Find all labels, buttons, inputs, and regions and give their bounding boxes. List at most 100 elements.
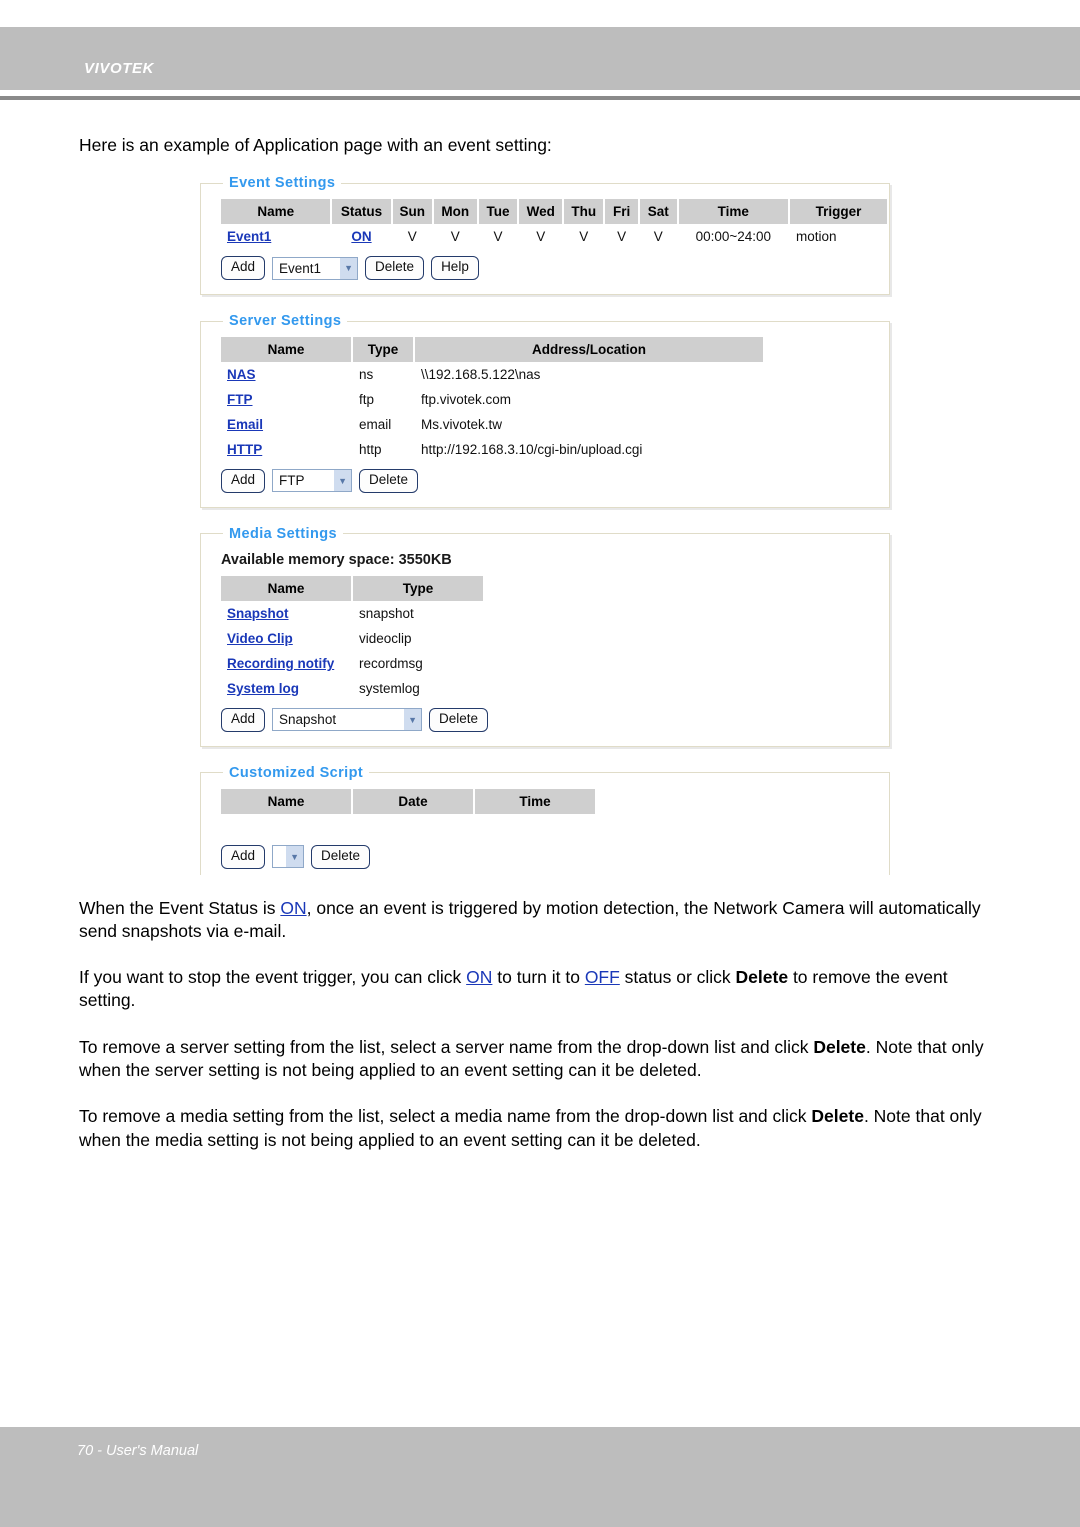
media-settings-legend: Media Settings bbox=[229, 525, 337, 542]
server-name-link-ftp[interactable]: FTP bbox=[227, 392, 253, 407]
body-copy: When the Event Status is ON, once an eve… bbox=[79, 897, 1004, 1152]
cell-status: ON bbox=[332, 224, 390, 249]
table-row: NAS ns \\192.168.5.122\nas bbox=[221, 362, 763, 387]
footer-page-label: 70 - User's Manual bbox=[77, 1443, 199, 1459]
event-settings-panel: Event Settings Name Status Sun Mon Tue W… bbox=[200, 175, 890, 296]
cell-media-type: recordmsg bbox=[359, 655, 423, 671]
event-settings-table: Name Status Sun Mon Tue Wed Thu Fri Sat … bbox=[219, 199, 889, 249]
media-name-link-recording-notify[interactable]: Recording notify bbox=[227, 656, 334, 671]
cell-server-name: FTP bbox=[221, 387, 351, 412]
available-memory-text: Available memory space: 3550KB bbox=[221, 551, 452, 568]
cell-server-name: HTTP bbox=[221, 437, 351, 462]
p3-delete-bold: Delete bbox=[813, 1036, 866, 1057]
col-trigger: Trigger bbox=[790, 199, 887, 225]
server-name-link-http[interactable]: HTTP bbox=[227, 442, 262, 457]
media-select-value: Snapshot bbox=[279, 712, 337, 728]
p2-text-b: to turn it to bbox=[492, 967, 585, 988]
cell-media-name: Recording notify bbox=[221, 651, 351, 676]
script-add-button[interactable]: Add bbox=[221, 844, 266, 869]
cell-server-type: ns bbox=[359, 367, 374, 383]
cell-media-type: videoclip bbox=[359, 630, 412, 646]
server-name-link-nas[interactable]: NAS bbox=[227, 367, 256, 382]
event-select[interactable]: Event1 ▼ bbox=[272, 256, 359, 280]
cell-media-type: snapshot bbox=[359, 605, 414, 621]
col-status: Status bbox=[332, 199, 391, 225]
customized-script-controls: Add ▼ Delete bbox=[221, 844, 889, 869]
paragraph-remove-server: To remove a server setting from the list… bbox=[79, 1036, 1004, 1083]
chevron-down-icon: ▼ bbox=[286, 846, 304, 868]
media-name-link-system-log[interactable]: System log bbox=[227, 681, 299, 696]
server-add-button[interactable]: Add bbox=[221, 469, 266, 493]
server-delete-button[interactable]: Delete bbox=[359, 469, 419, 493]
paragraph-event-status: When the Event Status is ON, once an eve… bbox=[79, 897, 1004, 944]
table-empty-row bbox=[221, 814, 595, 838]
application-page-screenshot: Event Settings Name Status Sun Mon Tue W… bbox=[200, 175, 890, 875]
media-delete-button[interactable]: Delete bbox=[429, 707, 489, 732]
table-row: Snapshot snapshot bbox=[221, 601, 483, 626]
p3-text-a: To remove a server setting from the list… bbox=[79, 1036, 814, 1057]
chevron-down-icon: ▼ bbox=[404, 709, 422, 731]
p1-on-link[interactable]: ON bbox=[280, 898, 306, 918]
event-select-value: Event1 bbox=[279, 260, 322, 276]
table-row: Video Clip videoclip bbox=[221, 626, 483, 651]
event-help-button[interactable]: Help bbox=[431, 256, 479, 281]
col-tue: Tue bbox=[478, 199, 518, 225]
col-wed: Wed bbox=[519, 199, 563, 225]
event-delete-button[interactable]: Delete bbox=[365, 256, 425, 281]
cell-sun: V bbox=[407, 229, 417, 245]
event-status-link[interactable]: ON bbox=[351, 229, 371, 244]
media-name-link-video-clip[interactable]: Video Clip bbox=[227, 631, 293, 646]
col-sat: Sat bbox=[639, 199, 677, 225]
server-settings-panel: Server Settings Name Type Address/Locati… bbox=[200, 313, 890, 508]
event-settings-controls: Add Event1 ▼ Delete Help bbox=[221, 256, 889, 281]
event-add-button[interactable]: Add bbox=[221, 256, 266, 281]
p4-delete-bold: Delete bbox=[811, 1106, 864, 1127]
media-select[interactable]: Snapshot ▼ bbox=[272, 708, 423, 732]
col-name: Name bbox=[221, 788, 351, 814]
server-settings-table: Name Type Address/Location NAS ns \\192.… bbox=[219, 337, 765, 462]
server-name-link-email[interactable]: Email bbox=[227, 417, 263, 432]
media-name-link-snapshot[interactable]: Snapshot bbox=[227, 606, 289, 621]
cell-empty bbox=[221, 814, 595, 838]
p2-off-link[interactable]: OFF bbox=[585, 967, 620, 987]
server-settings-controls: Add FTP ▼ Delete bbox=[221, 469, 889, 493]
table-header-row: Name Status Sun Mon Tue Wed Thu Fri Sat … bbox=[221, 199, 887, 225]
chevron-down-icon: ▼ bbox=[340, 257, 358, 279]
table-header-row: Name Type Address/Location bbox=[221, 337, 763, 363]
p1-text-a: When the Event Status is bbox=[79, 897, 281, 918]
cell-server-address: http://192.168.3.10/cgi-bin/upload.cgi bbox=[421, 442, 643, 458]
cell-event-name: Event1 bbox=[221, 224, 330, 249]
media-add-button[interactable]: Add bbox=[221, 707, 266, 732]
event-name-link[interactable]: Event1 bbox=[227, 229, 271, 244]
col-date: Date bbox=[353, 788, 473, 814]
col-thu: Thu bbox=[564, 199, 604, 225]
media-settings-panel: Media Settings Available memory space: 3… bbox=[200, 525, 890, 747]
p4-text-a: To remove a media setting from the list,… bbox=[79, 1106, 812, 1127]
script-select[interactable]: ▼ bbox=[272, 845, 305, 869]
table-header-row: Name Date Time bbox=[221, 788, 595, 814]
cell-sat: V bbox=[653, 229, 663, 245]
media-settings-table: Name Type Snapshot snapshot Video Clip v… bbox=[219, 575, 485, 701]
cell-server-name: Email bbox=[221, 412, 351, 437]
cell-time: 00:00~24:00 bbox=[695, 229, 772, 245]
cell-server-type: ftp bbox=[359, 392, 375, 408]
col-fri: Fri bbox=[605, 199, 638, 225]
customized-script-legend: Customized Script bbox=[229, 764, 364, 781]
cell-server-type: http bbox=[359, 442, 382, 458]
cell-thu: V bbox=[579, 229, 589, 245]
paragraph-stop-trigger: If you want to stop the event trigger, y… bbox=[79, 966, 1004, 1013]
col-time: Time bbox=[678, 199, 789, 225]
intro-text: Here is an example of Application page w… bbox=[79, 135, 552, 155]
col-address: Address/Location bbox=[415, 337, 763, 363]
col-type: Type bbox=[353, 337, 413, 363]
server-select[interactable]: FTP ▼ bbox=[272, 469, 353, 493]
page-content: Here is an example of Application page w… bbox=[0, 100, 1080, 1175]
p2-on-link[interactable]: ON bbox=[466, 967, 492, 987]
table-row: FTP ftp ftp.vivotek.com bbox=[221, 387, 763, 412]
script-delete-button[interactable]: Delete bbox=[311, 844, 371, 869]
cell-server-name: NAS bbox=[221, 362, 351, 387]
cell-wed: V bbox=[536, 229, 546, 245]
page-header-bar bbox=[0, 27, 1080, 90]
col-time: Time bbox=[475, 788, 595, 814]
paragraph-remove-media: To remove a media setting from the list,… bbox=[79, 1105, 1004, 1152]
